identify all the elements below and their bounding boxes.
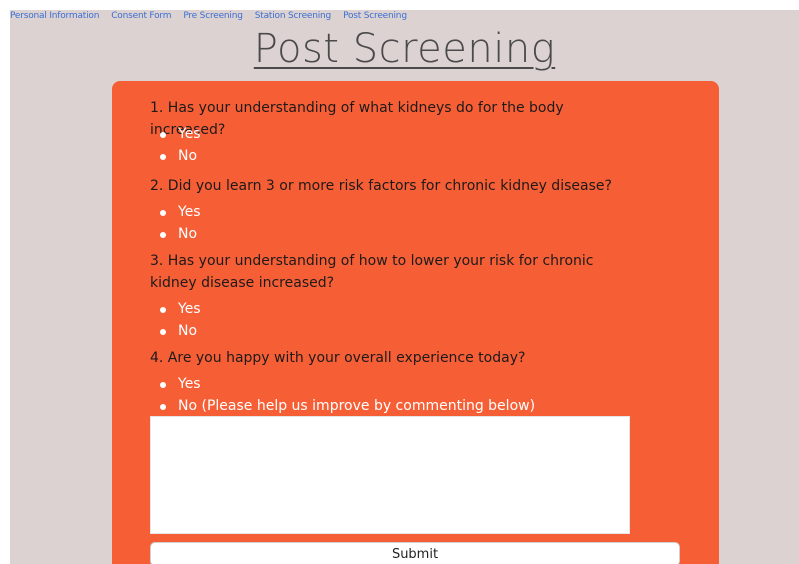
- top-nav: Personal Information Consent Form Pre Sc…: [10, 11, 407, 21]
- question-4-options: Yes No (Please help us improve by commen…: [160, 373, 535, 417]
- question-3-options: Yes No: [160, 298, 201, 342]
- question-1-option-yes[interactable]: Yes: [160, 123, 201, 145]
- question-3-text: 3. Has your understanding of how to lowe…: [150, 253, 594, 291]
- comment-textarea[interactable]: [150, 416, 630, 534]
- page-title: Post Screening: [253, 26, 556, 72]
- question-3-option-no[interactable]: No: [160, 320, 201, 342]
- question-2-text: 2. Did you learn 3 or more risk factors …: [150, 178, 612, 194]
- question-4-option-no[interactable]: No (Please help us improve by commenting…: [160, 395, 535, 417]
- question-1-options: Yes No: [160, 123, 201, 167]
- question-3-option-yes[interactable]: Yes: [160, 298, 201, 320]
- question-1-text: 1. Has your understanding of what kidney…: [150, 100, 564, 138]
- survey-form: 1. Has your understanding of what kidney…: [112, 81, 719, 564]
- nav-link-personal-information[interactable]: Personal Information: [10, 11, 99, 21]
- nav-link-pre-screening[interactable]: Pre Screening: [183, 11, 243, 21]
- question-2-options: Yes No: [160, 201, 201, 245]
- question-2-option-no[interactable]: No: [160, 223, 201, 245]
- question-4-option-yes[interactable]: Yes: [160, 373, 535, 395]
- submit-button[interactable]: Submit: [150, 542, 680, 564]
- question-2-option-yes[interactable]: Yes: [160, 201, 201, 223]
- page: Personal Information Consent Form Pre Sc…: [10, 10, 799, 564]
- nav-link-consent-form[interactable]: Consent Form: [111, 11, 171, 21]
- question-1-option-no[interactable]: No: [160, 145, 201, 167]
- nav-link-station-screening[interactable]: Station Screening: [255, 11, 332, 21]
- question-4-text: 4. Are you happy with your overall exper…: [150, 350, 526, 366]
- nav-link-post-screening[interactable]: Post Screening: [343, 11, 407, 21]
